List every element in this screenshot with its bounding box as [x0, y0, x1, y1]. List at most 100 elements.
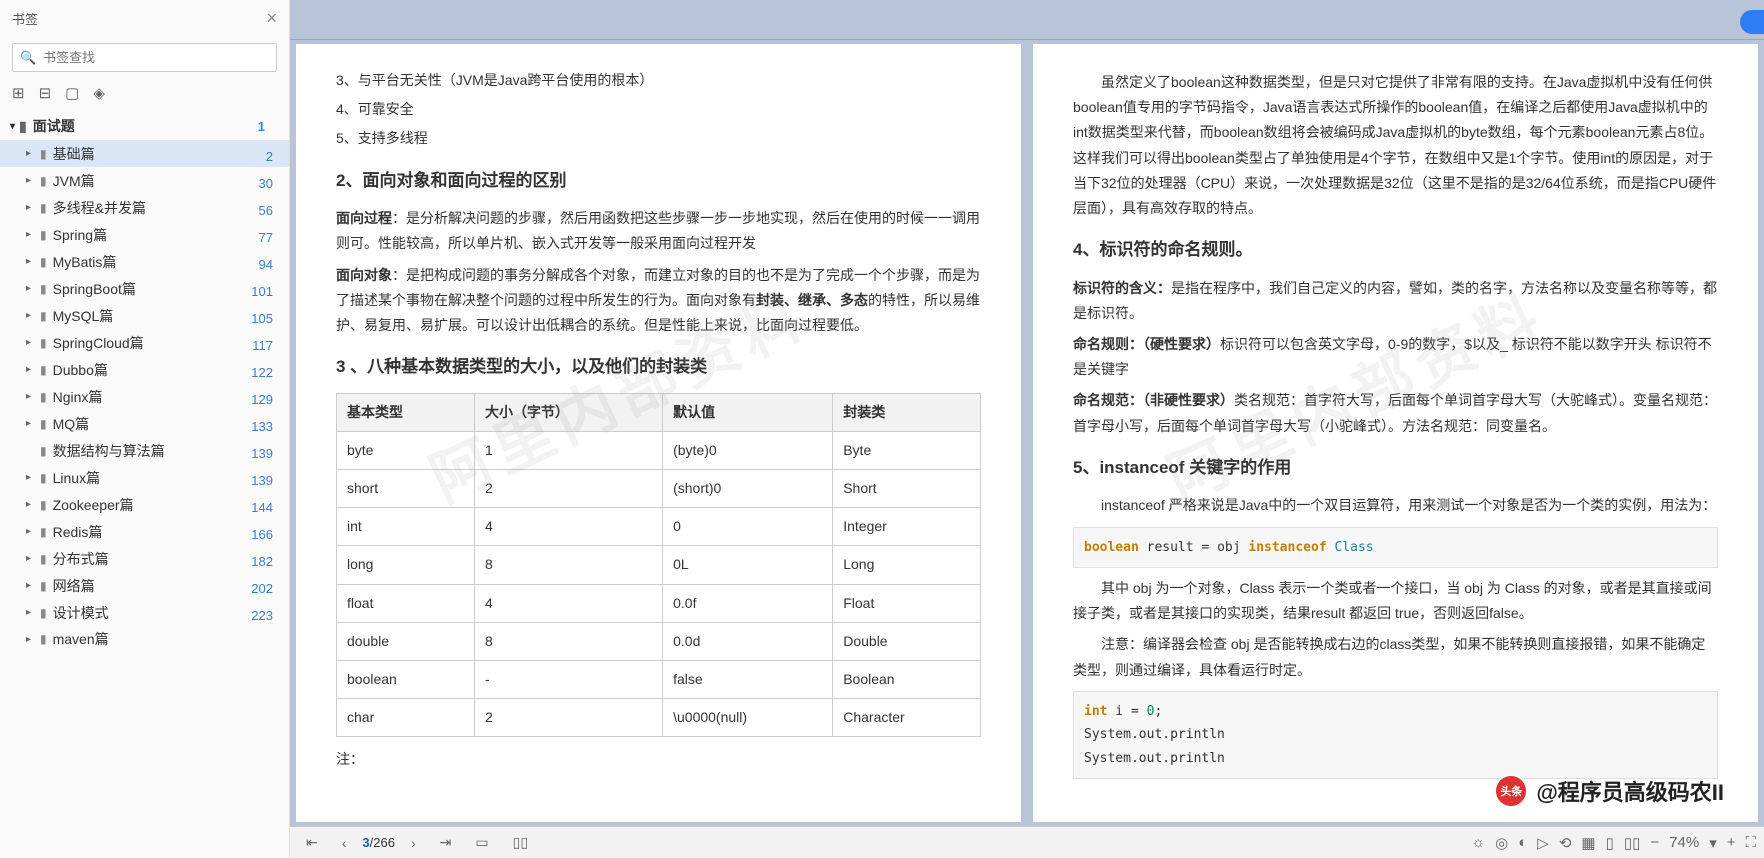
remove-bookmark-icon[interactable]: ⊟ — [39, 84, 52, 102]
rotate-icon[interactable]: ◐ — [1518, 834, 1527, 851]
bookmark-toolbar: ⊞ ⊟ ▢ ◈ — [0, 78, 289, 108]
bookmark-icon: ▮ — [40, 363, 47, 377]
expand-icon[interactable]: ▸ — [26, 283, 34, 294]
expand-icon[interactable]: ▸ — [26, 229, 34, 240]
tree-item[interactable]: ▸▮Dubbo篇122 — [0, 356, 289, 383]
expand-icon[interactable]: ▸ — [26, 148, 34, 159]
tree-item[interactable]: ▸▮SpringCloud篇117 — [0, 329, 289, 356]
grid-icon[interactable]: ▦ — [1581, 834, 1595, 852]
search-icon: 🔍 — [20, 50, 36, 66]
bookmark-icon: ▮ — [40, 579, 47, 593]
tree-item[interactable]: ▸▮JVM篇30 — [0, 167, 289, 194]
bookmark-tree: ▾ ▮ 面试题 1 ▸▮基础篇2▸▮JVM篇30▸▮多线程&并发篇56▸▮Spr… — [0, 108, 289, 858]
expand-icon[interactable]: ▸ — [26, 607, 34, 618]
bookmark-icon: ▮ — [40, 444, 47, 458]
tree-item[interactable]: ▸▮设计模式223 — [0, 599, 289, 626]
bookmark-icon: ▮ — [40, 390, 47, 404]
tree-item[interactable]: ▸▮maven篇 — [0, 626, 289, 652]
prev-page-button[interactable]: ‹ — [334, 833, 355, 853]
zoom-out-button[interactable]: − — [1650, 834, 1659, 851]
bookmark-icon: ▮ — [40, 201, 47, 215]
fullscreen-icon[interactable]: ⛶ — [1745, 834, 1756, 851]
data-types-table: 基本类型大小（字节）默认值封装类 byte1(byte)0Byteshort2(… — [336, 393, 981, 738]
bookmark-icon: ▮ — [40, 606, 47, 620]
avatar-icon: 头条 — [1494, 774, 1528, 808]
next-page-button[interactable]: › — [403, 833, 424, 853]
tree-item[interactable]: ▸▮Zookeeper篇144 — [0, 491, 289, 518]
zoom-level[interactable]: 74% — [1669, 834, 1699, 851]
table-row: byte1(byte)0Byte — [337, 431, 981, 469]
expand-icon[interactable]: ▸ — [26, 499, 34, 510]
expand-icon[interactable]: ▸ — [26, 391, 34, 402]
expand-icon[interactable]: ▸ — [26, 526, 34, 537]
loop-icon[interactable]: ⟲ — [1559, 834, 1572, 852]
tree-item[interactable]: ▸▮Linux篇139 — [0, 464, 289, 491]
page-spread: 阿里内部资料 3、与平台无关性（JVM是Java跨平台使用的根本） 4、可靠安全… — [290, 40, 1764, 826]
bookmark-icon: ▮ — [40, 174, 47, 188]
tree-item[interactable]: ▸▮Spring篇77 — [0, 221, 289, 248]
tree-item[interactable]: ▸▮MQ篇133 — [0, 410, 289, 437]
bookmark-ribbon-icon[interactable]: ◈ — [93, 84, 105, 102]
bookmark-icon: ▮ — [40, 282, 47, 296]
sidebar-title: 书签 — [12, 9, 38, 28]
bookmark-icon: ▮ — [40, 552, 47, 566]
last-page-button[interactable]: ⇥ — [432, 832, 460, 853]
spread-view-icon[interactable]: ▯▯ — [505, 832, 536, 853]
bookmark-search-input[interactable] — [12, 43, 277, 72]
bookmark-icon: ▮ — [40, 525, 47, 539]
view-mode-icon[interactable]: ◎ — [1495, 834, 1508, 852]
page-view-icon[interactable]: ▭ — [467, 832, 496, 853]
bookmark-icon: ▮ — [40, 147, 47, 161]
section-heading: 3 、八种基本数据类型的大小，以及他们的封装类 — [336, 352, 981, 383]
zoom-dropdown-icon[interactable]: ▾ — [1709, 834, 1717, 852]
first-page-button[interactable]: ⇤ — [298, 832, 326, 853]
table-row: char2\u0000(null)Character — [337, 699, 981, 737]
dual-page-icon[interactable]: ▯▯ — [1624, 834, 1641, 852]
expand-icon[interactable]: ▸ — [26, 472, 34, 483]
bookmarks-sidebar: 书签 × 🔍 ⊞ ⊟ ▢ ◈ ▾ ▮ 面试题 1 ▸▮基础篇2▸▮JVM篇30▸… — [0, 0, 290, 858]
bookmark-icon: ▮ — [40, 471, 47, 485]
table-row: int40Integer — [337, 508, 981, 546]
page-indicator[interactable]: 3/266 — [362, 835, 395, 850]
tree-item[interactable]: ▸▮MySQL篇105 — [0, 302, 289, 329]
bookmark-icon: ▮ — [40, 417, 47, 431]
top-bar — [290, 0, 1764, 40]
expand-icon[interactable]: ▸ — [26, 553, 34, 564]
tree-item[interactable]: ▮数据结构与算法篇139 — [0, 437, 289, 464]
expand-icon[interactable]: ▸ — [26, 634, 34, 645]
tree-root-item[interactable]: ▾ ▮ 面试题 1 — [0, 112, 289, 140]
expand-icon[interactable]: ▸ — [26, 337, 34, 348]
tree-item[interactable]: ▸▮MyBatis篇94 — [0, 248, 289, 275]
expand-icon[interactable]: ▸ — [26, 310, 34, 321]
expand-icon[interactable]: ▸ — [26, 256, 34, 267]
table-row: short2(short)0Short — [337, 470, 981, 508]
tree-item[interactable]: ▸▮SpringBoot篇101 — [0, 275, 289, 302]
bookmark-icon: ▮ — [40, 309, 47, 323]
right-page: 阿里内部资料 虽然定义了boolean这种数据类型，但是只对它提供了非常有限的支… — [1033, 44, 1758, 822]
bookmark-outline-icon[interactable]: ▢ — [65, 84, 79, 102]
bookmark-icon: ▮ — [40, 336, 47, 350]
zoom-in-button[interactable]: + — [1727, 834, 1736, 851]
section-heading: 4、标识符的命名规则。 — [1073, 235, 1718, 266]
tree-item[interactable]: ▸▮Nginx篇129 — [0, 383, 289, 410]
collapse-icon[interactable]: ▾ — [10, 121, 15, 132]
play-icon[interactable]: ▷ — [1537, 834, 1549, 852]
close-icon[interactable]: × — [266, 8, 277, 29]
code-block: int i = 0; System.out.println System.out… — [1073, 691, 1718, 779]
tree-item[interactable]: ▸▮基础篇2 — [0, 140, 289, 167]
expand-icon[interactable]: ▸ — [26, 175, 34, 186]
table-row: float40.0fFloat — [337, 584, 981, 622]
add-bookmark-icon[interactable]: ⊞ — [12, 84, 25, 102]
expand-icon[interactable]: ▸ — [26, 580, 34, 591]
side-badge-icon[interactable] — [1740, 10, 1764, 34]
expand-icon[interactable]: ▸ — [26, 418, 34, 429]
page-layout-icon[interactable]: ▯ — [1606, 834, 1614, 852]
tree-item[interactable]: ▸▮分布式篇182 — [0, 545, 289, 572]
table-row: long80LLong — [337, 546, 981, 584]
expand-icon[interactable]: ▸ — [26, 202, 34, 213]
brightness-icon[interactable]: ☼ — [1471, 834, 1485, 851]
tree-item[interactable]: ▸▮Redis篇166 — [0, 518, 289, 545]
tree-item[interactable]: ▸▮多线程&并发篇56 — [0, 194, 289, 221]
expand-icon[interactable]: ▸ — [26, 364, 34, 375]
tree-item[interactable]: ▸▮网络篇202 — [0, 572, 289, 599]
